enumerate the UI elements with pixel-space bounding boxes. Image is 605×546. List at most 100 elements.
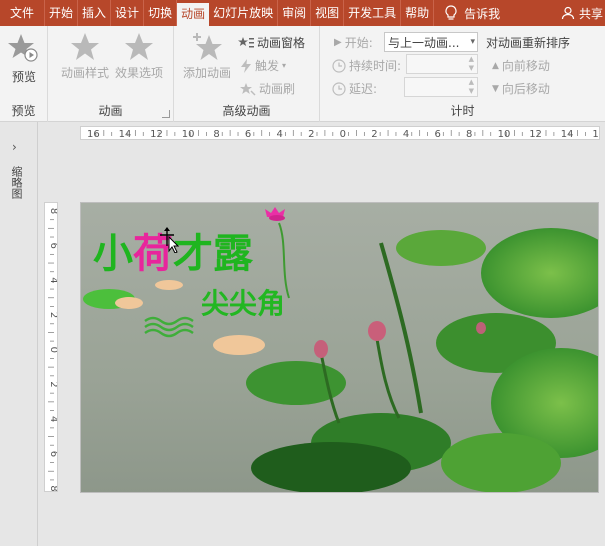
thumbnail-pane: › 缩略图 bbox=[0, 122, 38, 546]
move-earlier-label: 向前移动 bbox=[501, 59, 550, 73]
tab-help[interactable]: 帮助 bbox=[401, 0, 435, 26]
ruler-tick-label: 4 bbox=[277, 129, 283, 139]
chevron-right-icon[interactable]: › bbox=[12, 140, 17, 154]
lightning-icon bbox=[241, 58, 251, 73]
tab-developer[interactable]: 开发工具 bbox=[344, 0, 402, 26]
effect-options-label: 效果选项 bbox=[114, 66, 163, 80]
spinner-icon: ▲ ▼ bbox=[468, 78, 474, 95]
animation-painter-button[interactable]: 动画刷 bbox=[240, 80, 295, 97]
start-label: 开始: bbox=[344, 36, 373, 50]
workspace: › 缩略图 16 14 12 10 8 6 4 2 0 2 4 6 8 10 12 14 16 8 6 4 2 0 2 4 6… bbox=[0, 122, 605, 546]
animation-styles-label: 动画样式 bbox=[60, 66, 109, 80]
triangle-up-icon: ▲ bbox=[492, 60, 499, 71]
add-animation-button[interactable]: 添加动画 bbox=[180, 32, 234, 81]
tab-animations[interactable]: 动画 bbox=[177, 3, 210, 26]
delay-input[interactable]: ▲ ▼ bbox=[404, 77, 478, 97]
move-later-label: 向后移动 bbox=[501, 82, 550, 96]
start-row: ▶ 开始: bbox=[334, 34, 373, 51]
ruler-tick-label: 8 bbox=[48, 485, 57, 491]
ruler-tick-label: 12 bbox=[529, 129, 542, 139]
tab-home[interactable]: 开始 bbox=[45, 0, 79, 26]
duration-input[interactable]: ▲ ▼ bbox=[406, 54, 478, 74]
group-preview: 预览 预览 bbox=[0, 26, 48, 122]
slide-canvas[interactable]: 小荷才露 尖尖角 bbox=[80, 202, 599, 493]
trigger-label: 触发 bbox=[255, 59, 280, 73]
move-earlier-button[interactable]: ▲ 向前移动 bbox=[492, 57, 550, 74]
share-button[interactable]: 共享 bbox=[561, 0, 605, 26]
ruler-tick-label: 6 bbox=[48, 451, 57, 457]
ruler-tick-label: 6 bbox=[245, 129, 251, 139]
ruler-tick-label: 14 bbox=[561, 129, 574, 139]
ruler-tick-label: 8 bbox=[213, 129, 219, 139]
add-animation-label: 添加动画 bbox=[182, 66, 231, 80]
group-advanced-animation: 添加动画 动画窗格 触发 ▾ 动画刷 高级动画 bbox=[174, 26, 320, 122]
group-label-timing: 计时 bbox=[450, 104, 475, 118]
dialog-launcher-icon[interactable] bbox=[162, 110, 170, 118]
chevron-down-icon: ▾ bbox=[282, 61, 287, 70]
preview-label: 预览 bbox=[11, 70, 36, 84]
slide-subtitle[interactable]: 尖尖角 bbox=[201, 287, 285, 320]
slide-title-char: 才 bbox=[173, 231, 213, 277]
tab-insert[interactable]: 插入 bbox=[78, 0, 112, 26]
ruler-tick-label: 4 bbox=[48, 277, 57, 283]
lightbulb-icon bbox=[445, 5, 457, 20]
chevron-down-icon: ▾ bbox=[470, 37, 475, 47]
ruler-tick-label: 2 bbox=[371, 129, 377, 139]
ruler-tick-label: 4 bbox=[48, 416, 57, 422]
ribbon-tab-bar: 文件 开始 插入 设计 切换 动画 幻灯片放映 审阅 视图 开发工具 帮助 告诉… bbox=[0, 0, 605, 26]
ruler-tick-label: 10 bbox=[182, 129, 195, 139]
start-select-value: 与上一动画... bbox=[388, 35, 460, 50]
start-select[interactable]: 与上一动画... ▾ bbox=[384, 32, 478, 52]
effect-options-button[interactable]: 效果选项 bbox=[112, 32, 166, 81]
animation-painter-label: 动画刷 bbox=[259, 82, 296, 96]
thumbnail-label[interactable]: 缩略图 bbox=[8, 166, 24, 199]
clock-icon bbox=[332, 81, 346, 96]
painter-star-icon bbox=[240, 82, 256, 96]
add-star-icon bbox=[193, 33, 222, 60]
user-icon bbox=[561, 6, 575, 20]
move-cursor-icon bbox=[160, 227, 179, 253]
share-label: 共享 bbox=[578, 6, 603, 21]
ruler-tick-label: 2 bbox=[48, 381, 57, 387]
horizontal-ruler[interactable]: 16 14 12 10 8 6 4 2 0 2 4 6 8 10 12 14 16 bbox=[80, 126, 605, 140]
ruler-tick-label: 6 bbox=[48, 243, 57, 249]
spinner-icon: ▲ ▼ bbox=[468, 55, 474, 72]
tab-design[interactable]: 设计 bbox=[111, 0, 145, 26]
animation-styles-button[interactable]: 动画样式 bbox=[58, 32, 112, 81]
tell-me-box[interactable]: 告诉我 bbox=[434, 0, 506, 26]
ruler-tick-label: 6 bbox=[434, 129, 440, 139]
group-label-advanced: 高级动画 bbox=[222, 104, 271, 118]
ruler-tick-label: 16 bbox=[592, 129, 599, 139]
ruler-tick-label: 8 bbox=[48, 208, 57, 214]
ribbon: 预览 预览 动画样式 效果选项 动画 添加动画 动画窗格 触发 ▾ 动画刷 高级… bbox=[0, 26, 605, 122]
preview-button[interactable]: 预览 bbox=[0, 32, 48, 85]
ruler-tick-label: 10 bbox=[498, 129, 511, 139]
delay-row: 延迟: bbox=[332, 80, 377, 97]
star-icon bbox=[125, 33, 153, 60]
slide-title-char: 小 bbox=[93, 231, 133, 277]
ruler-tick-label: 8 bbox=[466, 129, 472, 139]
ruler-tick-label: 0 bbox=[48, 347, 57, 353]
ruler-tick-label: 2 bbox=[48, 312, 57, 318]
ruler-tick-label: 2 bbox=[308, 129, 314, 139]
play-icon: ▶ bbox=[334, 37, 342, 48]
delay-label: 延迟: bbox=[349, 82, 378, 96]
animation-pane-button[interactable]: 动画窗格 bbox=[238, 34, 305, 51]
group-label-animation: 动画 bbox=[98, 104, 123, 118]
tab-slideshow[interactable]: 幻灯片放映 bbox=[209, 0, 279, 26]
ruler-tick-label: 0 bbox=[340, 129, 346, 139]
tell-me-label: 告诉我 bbox=[464, 6, 501, 21]
tab-transitions[interactable]: 切换 bbox=[144, 0, 178, 26]
move-later-button[interactable]: ▼ 向后移动 bbox=[492, 80, 550, 97]
vertical-ruler[interactable]: 8 6 4 2 0 2 4 6 8 bbox=[44, 202, 59, 516]
star-icon bbox=[71, 33, 99, 60]
slide-title-char: 露 bbox=[213, 231, 254, 277]
tab-view[interactable]: 视图 bbox=[311, 0, 345, 26]
preview-star-icon bbox=[8, 34, 38, 62]
duration-row: 持续时间: bbox=[332, 57, 401, 74]
tab-review[interactable]: 审阅 bbox=[278, 0, 312, 26]
triangle-down-icon: ▼ bbox=[492, 83, 499, 94]
group-animation: 动画样式 效果选项 动画 bbox=[48, 26, 174, 122]
tab-file[interactable]: 文件 bbox=[0, 0, 46, 26]
trigger-button[interactable]: 触发 ▾ bbox=[240, 57, 286, 74]
